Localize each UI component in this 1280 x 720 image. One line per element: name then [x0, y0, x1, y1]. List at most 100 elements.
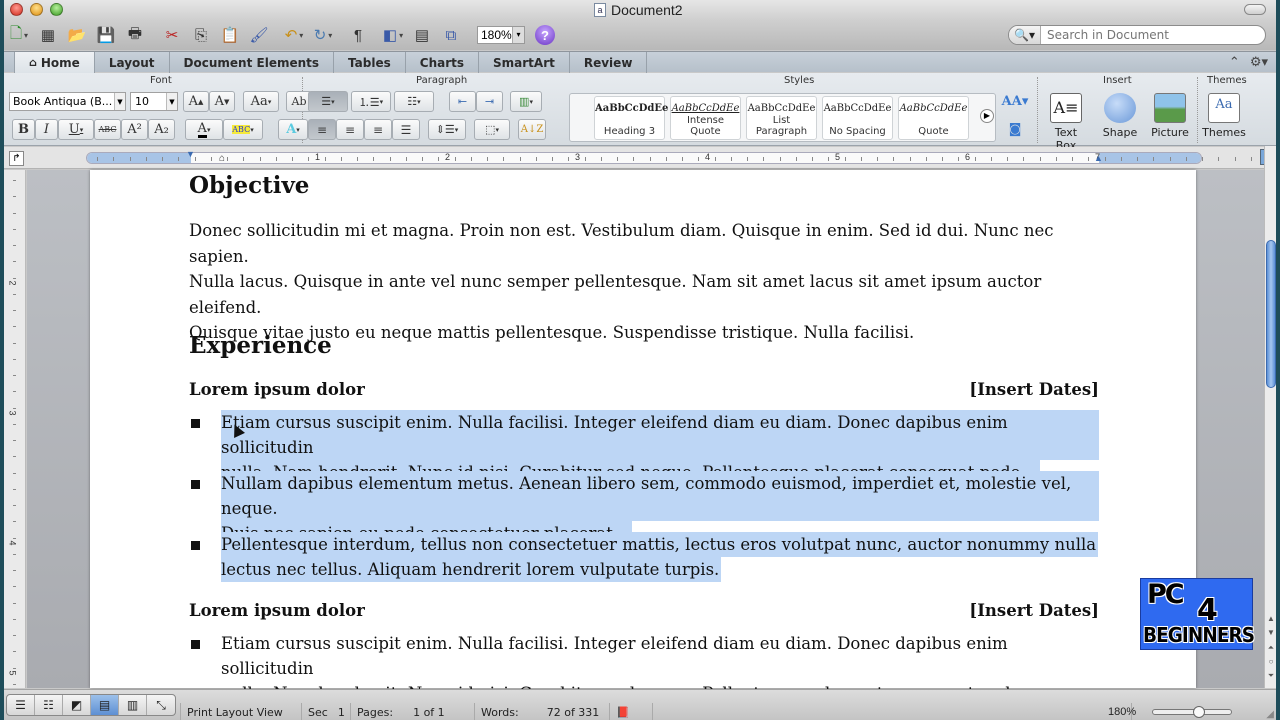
scroll-down-arrow[interactable]: ▼	[1266, 628, 1276, 641]
search-input[interactable]	[1041, 28, 1251, 42]
draft-view-button[interactable]: ☰	[7, 695, 35, 715]
tab-charts[interactable]: Charts	[406, 52, 480, 73]
justify-button[interactable]: ☰	[392, 119, 420, 140]
publishing-layout-view-button[interactable]: ◩	[63, 695, 91, 715]
style-intense-quote[interactable]: AaBbCcDdEe Intense Quote	[670, 96, 741, 140]
search-icon[interactable]: 🔍▾	[1009, 26, 1041, 44]
copy-button[interactable]: ⎘	[190, 23, 212, 47]
increase-indent-button[interactable]: ⇥	[476, 91, 503, 112]
style-list-paragraph[interactable]: AaBbCcDdEe List Paragraph	[746, 96, 817, 140]
manage-styles-button[interactable]: AA▾	[1002, 91, 1029, 112]
tab-layout[interactable]: Layout	[95, 52, 170, 73]
templates-gallery-button[interactable]: ▦	[37, 23, 59, 47]
cut-button[interactable]: ✂	[161, 23, 183, 47]
tab-review[interactable]: Review	[570, 52, 648, 73]
notebook-view-button[interactable]: ▥	[119, 695, 147, 715]
ruler-tick	[503, 157, 505, 161]
zoom-select[interactable]: 180% ▾	[477, 26, 525, 44]
collapse-ribbon-icon[interactable]: ⌃	[1229, 54, 1240, 70]
spelling-status[interactable]: 📕	[609, 703, 649, 720]
strikethrough-button[interactable]: ABC	[94, 119, 121, 140]
print-layout-view-button[interactable]: ▤	[91, 695, 119, 715]
next-page-button[interactable]: ⏷	[1266, 671, 1276, 684]
align-right-button[interactable]: ≡	[364, 119, 392, 140]
styles-pane-button[interactable]: ◙	[1004, 119, 1026, 140]
subscript-button[interactable]: A₂	[148, 119, 175, 140]
hanging-indent-marker[interactable]: ⌂	[219, 153, 225, 164]
font-color-button[interactable]: A ▾	[185, 119, 223, 140]
font-size-select[interactable]: 10 ▼	[130, 92, 178, 111]
shrink-font-button[interactable]: A ▼	[209, 91, 235, 112]
document-page[interactable]: Objective Donec sollicitudin mi et magna…	[90, 170, 1196, 703]
focus-view-button[interactable]: ⤡	[147, 695, 175, 715]
outline-view-button[interactable]: ☷	[35, 695, 63, 715]
print-button[interactable]: 🖶	[124, 23, 146, 47]
font-name-select[interactable]: Book Antiqua (B... ▼	[9, 92, 126, 111]
sidebar-button[interactable]: ◧ ▾	[382, 23, 404, 47]
ribbon-settings-icon[interactable]: ⚙▾	[1250, 54, 1268, 70]
toolbar-toggle-button[interactable]	[1244, 4, 1266, 15]
vertical-scrollbar[interactable]: ▲ ▼ ⏶ ○ ⏷	[1264, 146, 1276, 688]
show-formatting-button[interactable]: ¶	[347, 23, 369, 47]
word-count[interactable]: Words: 72 of 331	[474, 703, 604, 720]
superscript-button[interactable]: A²	[121, 119, 148, 140]
search-field[interactable]: 🔍▾	[1008, 25, 1266, 45]
tab-stop-selector[interactable]: ↱	[9, 151, 24, 166]
left-margin[interactable]	[87, 153, 191, 163]
tab-document-elements[interactable]: Document Elements	[170, 52, 335, 73]
help-button[interactable]: ?	[535, 25, 555, 45]
insert-text-box-button[interactable]: A≡ Text Box	[1044, 93, 1088, 152]
tab-home[interactable]: ⌂ Home	[14, 52, 95, 73]
previous-page-button[interactable]: ⏶	[1266, 643, 1276, 656]
style-heading-3[interactable]: AaBbCcDdEe Heading 3	[594, 96, 668, 140]
bullets-button[interactable]: ☰ ▾	[308, 91, 348, 112]
decrease-indent-button[interactable]: ⇤	[449, 91, 476, 112]
style-quote[interactable]: AaBbCcDdEe Quote	[898, 96, 969, 140]
tab-tables[interactable]: Tables	[334, 52, 406, 73]
italic-button[interactable]: I	[35, 119, 58, 140]
media-browser-button[interactable]: ▤	[411, 23, 433, 47]
text-effects-button[interactable]: A ▾	[278, 119, 308, 140]
format-painter-button[interactable]: 🖌	[248, 23, 270, 47]
scroll-up-arrow[interactable]: ▲	[1266, 614, 1276, 627]
resize-grip-icon[interactable]: ◢	[1266, 709, 1274, 720]
close-window-button[interactable]	[10, 3, 23, 16]
minimize-window-button[interactable]	[30, 3, 43, 16]
multilevel-list-button[interactable]: ☷ ▾	[394, 91, 434, 112]
browse-object-button[interactable]: ○	[1266, 657, 1276, 670]
align-center-button[interactable]: ≡	[336, 119, 364, 140]
scrollbar-thumb[interactable]	[1266, 240, 1276, 388]
redo-button[interactable]: ↻ ▾	[312, 23, 334, 47]
open-button[interactable]: 📂	[66, 23, 88, 47]
sort-button[interactable]: A↓Z	[518, 119, 546, 140]
insert-picture-button[interactable]: Picture	[1148, 93, 1192, 139]
grow-font-button[interactable]: A ▲	[183, 91, 209, 112]
undo-button[interactable]: ↶ ▾	[283, 23, 305, 47]
align-left-button[interactable]: ≡	[308, 119, 336, 140]
ruler-tick	[13, 570, 16, 571]
change-case-button[interactable]: Aa ▾	[243, 91, 279, 112]
underline-button[interactable]: U ▾	[58, 119, 94, 140]
save-button[interactable]: 💾	[95, 23, 117, 47]
zoom-slider-knob[interactable]	[1192, 706, 1205, 718]
zoom-window-button[interactable]	[50, 3, 63, 16]
vertical-ruler[interactable]: 2 3 4 5	[4, 170, 26, 688]
paste-button[interactable]: 📋	[219, 23, 241, 47]
right-indent-marker[interactable]: ▲	[1094, 153, 1103, 163]
next-styles-button[interactable]: ▶	[980, 109, 994, 123]
numbering-button[interactable]: ⒈☰ ▾	[351, 91, 391, 112]
line-spacing-button[interactable]: ⇕☰ ▾	[428, 119, 466, 140]
columns-button[interactable]: ▥ ▾	[510, 91, 542, 112]
tab-smartart[interactable]: SmartArt	[479, 52, 570, 73]
bold-button[interactable]: B	[12, 119, 35, 140]
chevron-down-icon: ▾	[512, 27, 524, 43]
highlight-button[interactable]: ABC ▾	[223, 119, 263, 140]
new-document-button[interactable]: 🗋 ▾	[8, 23, 30, 47]
toolbox-button[interactable]: ⧉	[440, 23, 462, 47]
horizontal-ruler[interactable]: 1 2 3 4 5 6 7 ▼ ⌂ ▲	[86, 149, 1252, 164]
themes-button[interactable]: Aa Themes	[1202, 93, 1246, 139]
borders-button[interactable]: ⬚ ▾	[474, 119, 510, 140]
zoom-slider[interactable]	[1152, 706, 1232, 718]
style-no-spacing[interactable]: AaBbCcDdEe No Spacing	[822, 96, 893, 140]
insert-shape-button[interactable]: Shape	[1098, 93, 1142, 139]
